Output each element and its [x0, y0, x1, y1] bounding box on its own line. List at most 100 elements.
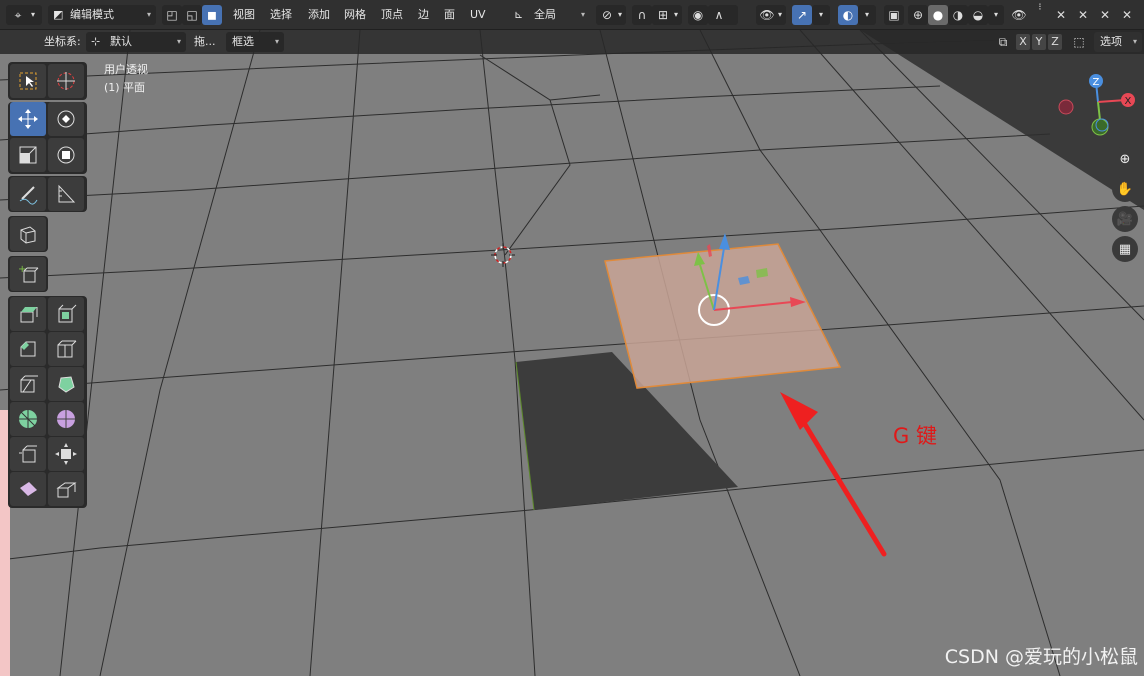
mirror-z-toggle[interactable]: Z	[1048, 34, 1062, 50]
coord-label: 坐标系:	[44, 35, 81, 48]
cross-icon[interactable]: ✕	[1052, 5, 1070, 25]
toolbar-group-add2: +	[8, 256, 48, 292]
gizmo-toggle[interactable]: ↗	[792, 5, 812, 25]
axis-gizmo: Z X	[1058, 74, 1135, 136]
visibility-button[interactable]: 👁 ▾	[756, 5, 786, 25]
overlays-icon: ◐	[842, 8, 854, 22]
mirror-x-toggle[interactable]: X	[1016, 34, 1030, 50]
tool-select-box[interactable]	[10, 64, 46, 98]
snap-increment-icon: ⊞	[657, 8, 669, 22]
camera-view-button[interactable]: 🎥	[1112, 206, 1138, 232]
shading-material-button[interactable]: ◑	[948, 5, 968, 25]
chevron-down-icon: ▾	[993, 10, 998, 19]
snap-target-button[interactable]: ⊞ ▾	[652, 5, 682, 25]
tool-annotate[interactable]	[10, 177, 46, 211]
transform-orientation-dropdown[interactable]: ⊾ 全局 ▾	[510, 5, 590, 25]
watermark: CSDN @爱玩的小松鼠	[944, 646, 1138, 668]
chevron-down-icon: ▾	[673, 10, 678, 19]
shading-wireframe-button[interactable]: ⊕	[908, 5, 928, 25]
falloff-button[interactable]: ∧	[708, 5, 738, 25]
tool-scale[interactable]	[10, 138, 46, 172]
snap-toggle[interactable]: ∩	[632, 5, 652, 25]
tool-inset[interactable]	[48, 297, 84, 331]
mirror-y-toggle[interactable]: Y	[1032, 34, 1046, 50]
gizmo-z-label: Z	[1093, 77, 1100, 88]
tool-measure[interactable]	[48, 177, 84, 211]
shading-dropdown[interactable]: ▾	[988, 5, 1004, 25]
tool-shrink-fatten[interactable]	[48, 437, 84, 471]
tool-extrude[interactable]	[10, 297, 46, 331]
tool-move[interactable]	[10, 102, 46, 136]
cross-icon[interactable]: ✕	[1118, 5, 1136, 25]
menu-edge[interactable]: 边	[418, 5, 429, 25]
menu-view[interactable]: 视图	[233, 5, 255, 25]
edge-select-button[interactable]: ◱	[182, 5, 202, 25]
coord-dropdown[interactable]: ⊹ 默认 ▾	[86, 32, 186, 52]
chevron-down-icon: ▾	[864, 10, 869, 19]
menu-uv[interactable]: UV	[470, 5, 486, 25]
menu-vertex[interactable]: 顶点	[381, 5, 403, 25]
drag-dropdown[interactable]: 框选 ▾	[226, 32, 284, 52]
tool-edge-slide[interactable]	[10, 437, 46, 471]
cross-icon[interactable]: ✕	[1074, 5, 1092, 25]
options-dropdown[interactable]: 选项 ▾	[1094, 32, 1142, 52]
select-box-icon	[19, 72, 37, 90]
tool-transform[interactable]	[48, 138, 84, 172]
proportional-edit-toggle[interactable]: ◉	[688, 5, 708, 25]
transform-orientation-label: 全局	[534, 8, 556, 21]
menu-select[interactable]: 选择	[270, 5, 292, 25]
tool-rotate[interactable]	[48, 102, 84, 136]
cross-icon[interactable]: ✕	[1096, 5, 1114, 25]
tool-knife[interactable]	[10, 367, 46, 401]
viewport-header: ⌖ ▾ ◩ 编辑模式 ▾ ◰ ◱ ◼ 视图 选择 添加 网格 顶点 边 面 UV…	[0, 0, 1144, 30]
grid-icon: ▦	[1118, 241, 1132, 257]
tool-bevel[interactable]	[10, 332, 46, 366]
tool-poly-build[interactable]	[48, 367, 84, 401]
perspective-toggle[interactable]: ▦	[1112, 236, 1138, 262]
overlays-dropdown[interactable]: ▾	[858, 5, 876, 25]
shading-solid-button[interactable]: ●	[928, 5, 948, 25]
object-name: (1) 平面	[104, 81, 146, 94]
editor-type-button[interactable]: ⌖ ▾	[6, 5, 42, 25]
navigation-gizmo[interactable]: Z X	[1054, 70, 1140, 140]
drag-label: 拖...	[194, 35, 216, 48]
eye-icon: 👁	[759, 8, 775, 22]
mode-dropdown[interactable]: ◩ 编辑模式 ▾	[48, 5, 156, 25]
chevron-down-icon: ▾	[818, 10, 823, 19]
pivot-point-button[interactable]: ⊘ ▾	[596, 5, 626, 25]
3d-viewport[interactable]	[0, 0, 1144, 676]
poly-build-icon	[58, 376, 75, 393]
xray-toggle[interactable]: ▣	[884, 5, 904, 25]
menu-face[interactable]: 面	[444, 5, 455, 25]
tool-add-cube-2[interactable]: +	[10, 257, 46, 291]
visibility-dots-icon[interactable]: ⁝	[1032, 2, 1048, 14]
auto-merge-icon[interactable]: ⬚	[1070, 32, 1088, 52]
vertex-select-button[interactable]: ◰	[162, 5, 182, 25]
edit-mode-icon: ◩	[53, 8, 64, 21]
zoom-button[interactable]: ⊕	[1112, 146, 1138, 172]
menu-mesh[interactable]: 网格	[344, 5, 366, 25]
shading-rendered-button[interactable]: ◒	[968, 5, 988, 25]
rendered-sphere-icon: ◒	[972, 8, 984, 22]
add-mesh-icon: +	[18, 264, 39, 283]
gizmo-dropdown[interactable]: ▾	[812, 5, 830, 25]
menu-add[interactable]: 添加	[308, 5, 330, 25]
eye-icon[interactable]: 👁	[1010, 5, 1028, 25]
face-select-icon: ◼	[207, 8, 217, 22]
face-select-button[interactable]: ◼	[202, 5, 222, 25]
tool-add-cube[interactable]	[10, 217, 46, 251]
tool-spin[interactable]	[10, 402, 46, 436]
xray-icon: ▣	[888, 8, 900, 22]
mirror-icon[interactable]: ⧉	[994, 32, 1012, 52]
tool-smooth[interactable]	[48, 402, 84, 436]
tool-shear[interactable]	[10, 472, 46, 506]
overlays-toggle[interactable]: ◐	[838, 5, 858, 25]
tool-rip[interactable]	[48, 472, 84, 506]
knife-icon	[20, 375, 38, 393]
chevron-down-icon: ▾	[580, 10, 585, 19]
tool-cursor[interactable]	[48, 64, 84, 98]
viewport-icon: ⌖	[14, 8, 22, 22]
pan-button[interactable]: ✋	[1112, 176, 1138, 202]
tool-loop-cut[interactable]	[48, 332, 84, 366]
vertex-select-icon: ◰	[166, 8, 178, 22]
